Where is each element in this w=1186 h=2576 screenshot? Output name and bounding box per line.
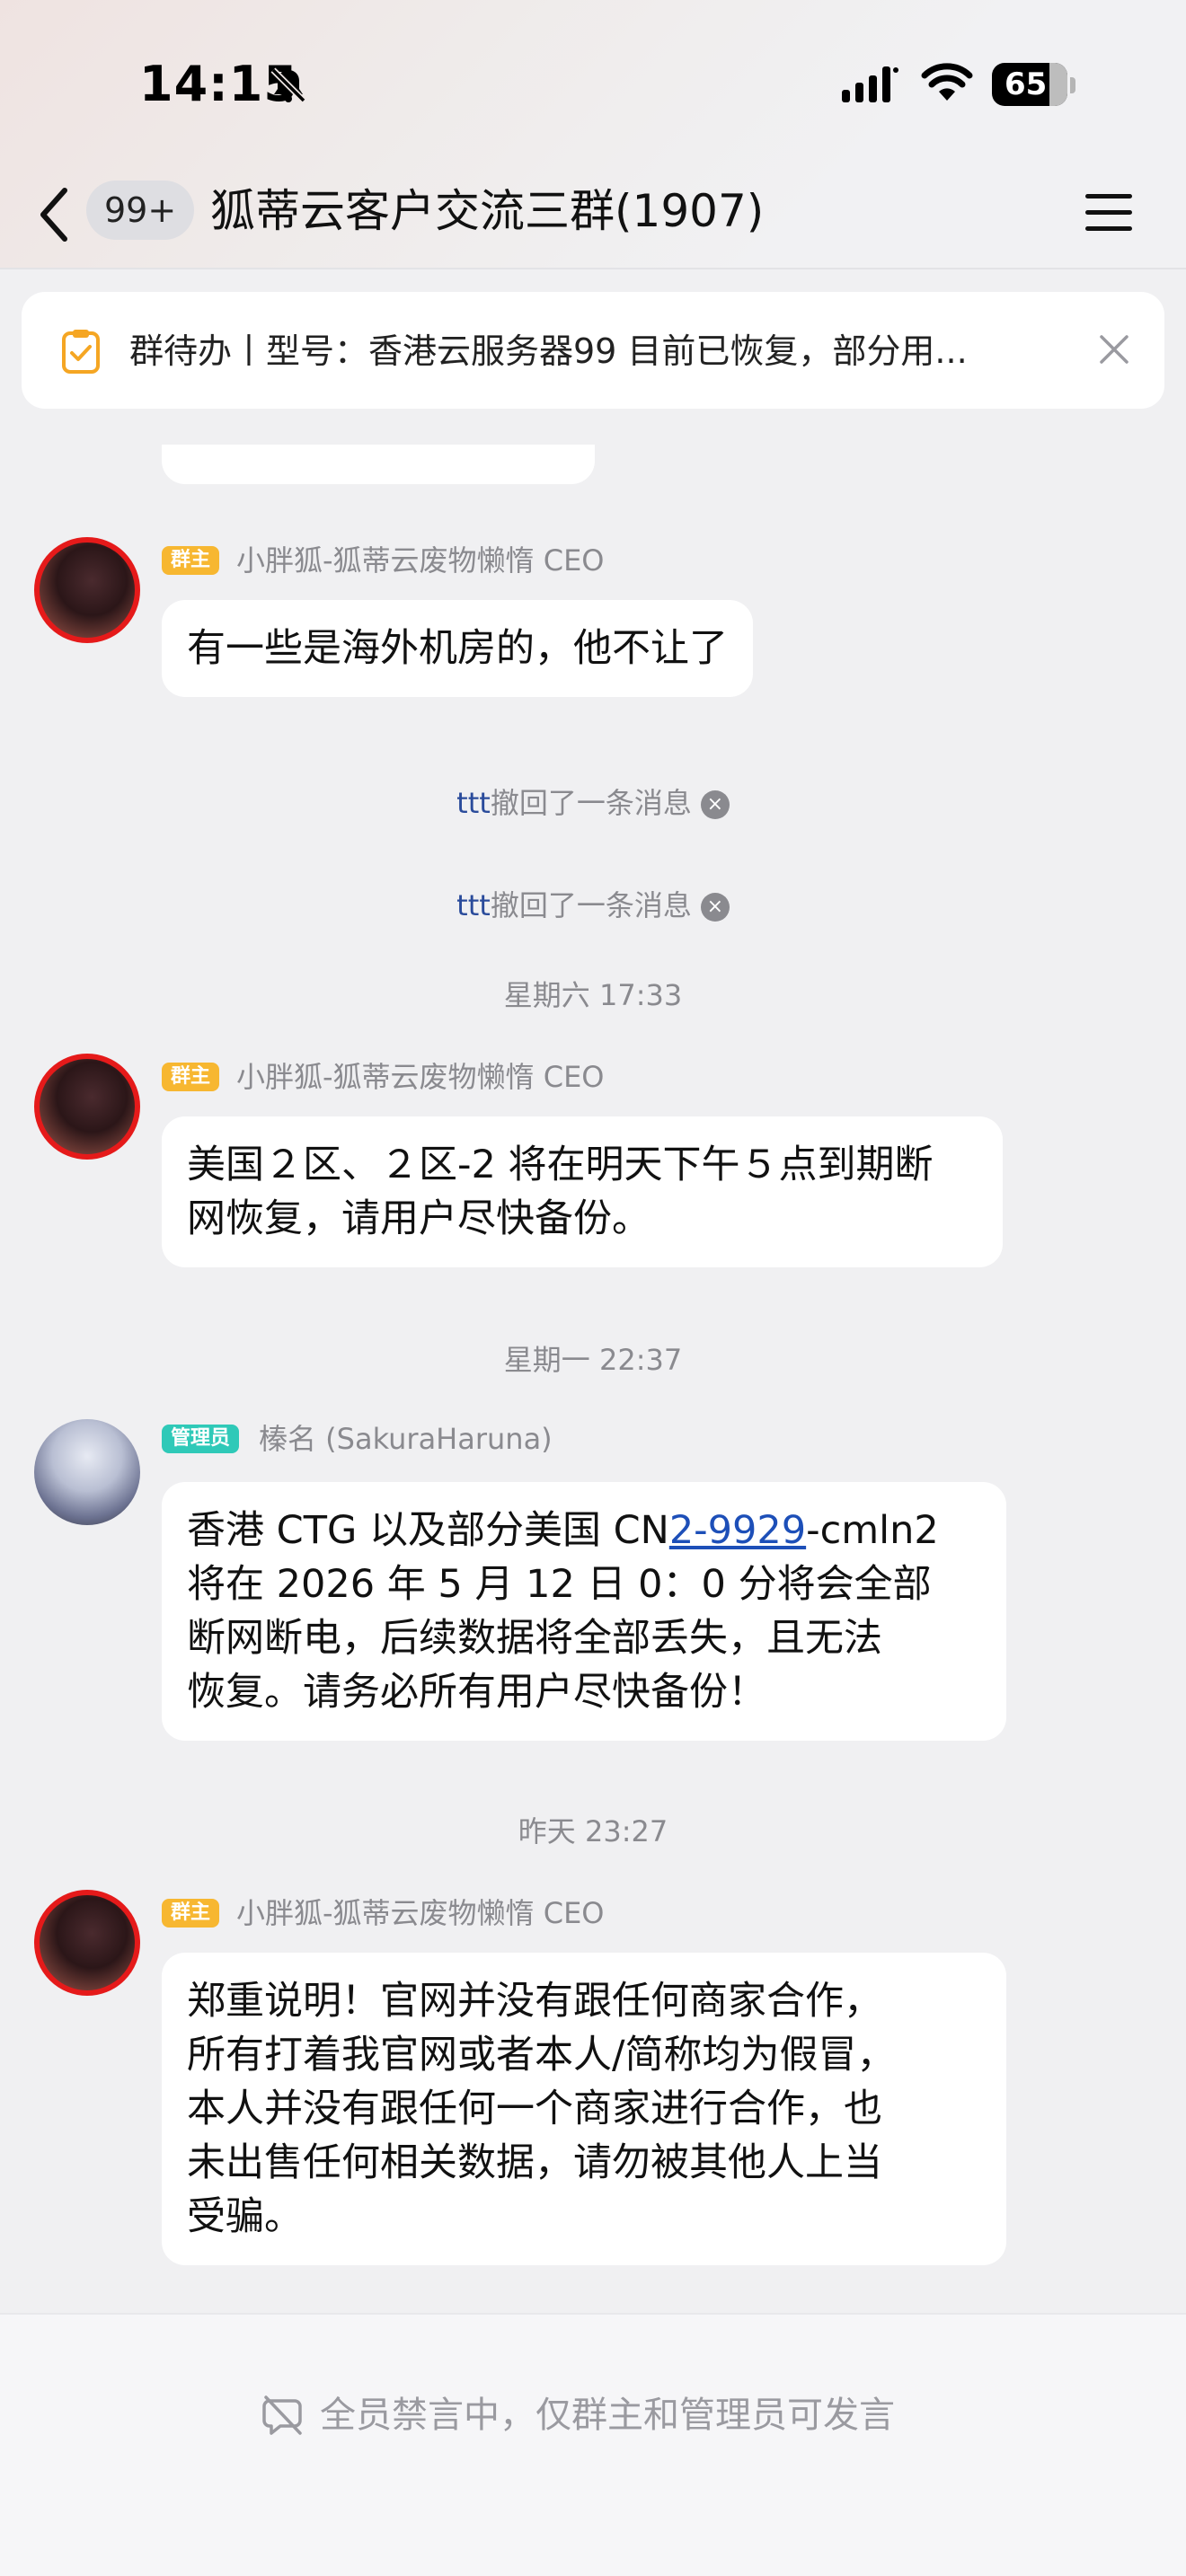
chat-nav-bar: 99+ 狐蒂云客户交流三群(1907) (0, 162, 1186, 269)
close-icon[interactable] (1096, 331, 1132, 367)
sender-name[interactable]: 榛名 (SakuraHaruna) (259, 1419, 553, 1459)
group-todo-banner[interactable]: 群待办丨型号：香港云服务器99 目前已恢复，部分用... (22, 292, 1164, 409)
role-badge-admin: 管理员 (162, 1425, 240, 1453)
battery-level: 65 (1005, 66, 1048, 102)
hamburger-menu-icon[interactable] (1084, 189, 1134, 235)
avatar[interactable] (34, 537, 140, 643)
mute-icon (262, 2395, 302, 2435)
message-text: -cmln2 (806, 1508, 939, 1553)
message-line: 未出售任何相关数据，请勿被其他人上当 (187, 2140, 882, 2185)
message-line: 恢复。请务必所有用户尽快备份！ (187, 1670, 766, 1715)
mute-notice-text: 全员禁言中，仅群主和管理员可发言 (320, 2395, 895, 2436)
message-line: 断网断电，后续数据将全部丢失，且无法 (187, 1616, 882, 1661)
message-line: 将在 2026 年 5 月 12 日 0：0 分将会全部 (187, 1562, 932, 1607)
top-bar: 14:15 65 99+ 狐蒂云客户交流三群(1907) (0, 0, 1186, 269)
recall-info-icon[interactable]: × (700, 790, 730, 819)
message-line: 香港 CTG 以及部分美国 CN2-9929-cmln2 (187, 1504, 981, 1557)
todo-text: 群待办丨型号：香港云服务器99 目前已恢复，部分用... (129, 331, 968, 371)
message-line: 郑重说明！官网并没有跟任何商家合作， (187, 1979, 882, 2024)
recall-user[interactable]: ttt (456, 786, 491, 820)
role-badge-owner: 群主 (162, 1063, 220, 1091)
battery-icon: 65 (992, 63, 1067, 106)
unread-count-badge[interactable]: 99+ (86, 181, 195, 240)
role-badge-owner: 群主 (162, 546, 220, 575)
avatar[interactable] (34, 1054, 140, 1160)
muted-input-footer: 全员禁言中，仅群主和管理员可发言 (0, 2313, 1186, 2576)
sender-name[interactable]: 小胖狐-狐蒂云废物懒惰 CEO (236, 1057, 604, 1097)
message-row: 群主 小胖狐-狐蒂云废物懒惰 CEO 有一些是海外机房的，他不让了 (0, 537, 1186, 717)
timestamp-divider: 昨天 23:27 (518, 1814, 668, 1848)
chevron-left-icon[interactable] (34, 183, 79, 246)
recall-notice: ttt撤回了一条消息 × (0, 886, 1186, 925)
signal-icon (842, 66, 898, 102)
message-bubble[interactable]: 香港 CTG 以及部分美国 CN2-9929-cmln2 将在 2026 年 5… (162, 1482, 1006, 1741)
clipboard-check-icon (62, 330, 100, 374)
wifi-icon (921, 63, 973, 101)
recall-user[interactable]: ttt (456, 888, 491, 922)
sender-name[interactable]: 小胖狐-狐蒂云废物懒惰 CEO (236, 541, 604, 580)
avatar[interactable] (34, 1419, 140, 1525)
avatar[interactable] (34, 1890, 140, 1996)
message-line: 网恢复，请用户尽快备份。 (187, 1196, 651, 1241)
timestamp-divider: 星期一 22:37 (503, 1343, 683, 1377)
message-line: 美国２区、２区-2 将在明天下午５点到期断 (187, 1142, 934, 1187)
message-line: 本人并没有跟任何一个商家进行合作，也 (187, 2086, 882, 2131)
message-line: 受骗。 (187, 2194, 303, 2239)
status-bar: 14:15 65 (0, 0, 1186, 171)
battery-tip (1070, 77, 1075, 93)
battery-empty-fill (1049, 63, 1067, 106)
message-text: 有一些是海外机房的，他不让了 (187, 626, 728, 671)
message-row: 群主 小胖狐-狐蒂云废物懒惰 CEO 郑重说明！官网并没有跟任何商家合作， 所有… (0, 1890, 1186, 2285)
recall-text: 撤回了一条消息 (490, 786, 692, 820)
message-bubble[interactable]: 郑重说明！官网并没有跟任何商家合作， 所有打着我官网或者本人/简称均为假冒， 本… (162, 1953, 1006, 2265)
message-bubble[interactable]: 美国２区、２区-2 将在明天下午５点到期断 网恢复，请用户尽快备份。 (162, 1116, 1003, 1267)
previous-message-bubble (162, 445, 595, 484)
message-text: 香港 CTG 以及部分美国 CN (187, 1508, 669, 1553)
message-link[interactable]: 2-9929 (669, 1508, 806, 1553)
timestamp-divider: 星期六 17:33 (503, 978, 683, 1012)
page-title: 狐蒂云客户交流三群(1907) (210, 185, 765, 237)
recall-info-icon[interactable]: × (700, 893, 730, 922)
role-badge-owner: 群主 (162, 1899, 220, 1928)
sender-name[interactable]: 小胖狐-狐蒂云废物懒惰 CEO (236, 1893, 604, 1933)
message-bubble[interactable]: 有一些是海外机房的，他不让了 (162, 600, 753, 697)
message-row: 群主 小胖狐-狐蒂云废物懒惰 CEO 美国２区、２区-2 将在明天下午５点到期断… (0, 1054, 1186, 1287)
recall-text: 撤回了一条消息 (490, 888, 692, 922)
bell-off-icon (270, 67, 306, 103)
recall-notice: ttt撤回了一条消息 × (0, 783, 1186, 823)
message-row: 管理员 榛名 (SakuraHaruna) 香港 CTG 以及部分美国 CN2-… (0, 1416, 1186, 1757)
message-line: 所有打着我官网或者本人/简称均为假冒， (187, 2033, 896, 2078)
